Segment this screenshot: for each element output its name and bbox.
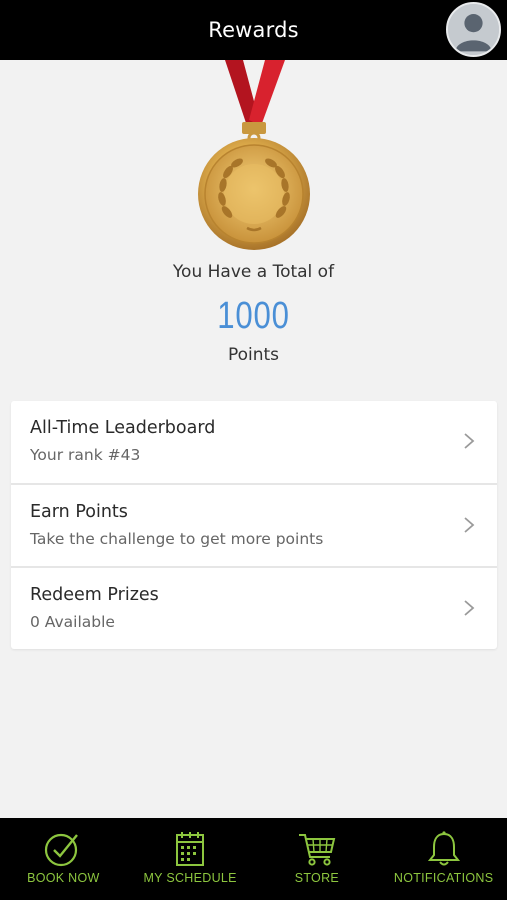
rewards-menu: All-Time Leaderboard Your rank #43 Earn … (11, 401, 497, 649)
chevron-right-icon (464, 433, 475, 449)
menu-item-title: All-Time Leaderboard (30, 418, 216, 438)
menu-item-leaderboard[interactable]: All-Time Leaderboard Your rank #43 (11, 401, 497, 483)
tab-store[interactable]: STORE (254, 818, 381, 900)
points-total-label: You Have a Total of (172, 262, 335, 282)
tab-label: STORE (294, 871, 340, 885)
tab-label: BOOK NOW (27, 871, 100, 885)
calendar-icon (176, 832, 205, 866)
menu-item-earn-points[interactable]: Earn Points Take the challenge to get mo… (11, 483, 497, 565)
page-title: Rewards (208, 18, 299, 42)
menu-item-subtitle: Take the challenge to get more points (30, 530, 324, 548)
app-header: Rewards (0, 0, 507, 60)
profile-avatar[interactable] (446, 2, 501, 57)
tab-my-schedule[interactable]: MY SCHEDULE (127, 818, 254, 900)
tab-notifications[interactable]: NOTIFICATIONS (380, 818, 507, 900)
chevron-right-icon (464, 600, 475, 616)
bell-icon (427, 831, 460, 866)
cart-icon (298, 834, 336, 866)
gold-medal-icon (198, 60, 310, 250)
menu-item-redeem-prizes[interactable]: Redeem Prizes 0 Available (11, 566, 497, 648)
tab-book-now[interactable]: BOOK NOW (0, 818, 127, 900)
menu-item-subtitle: 0 Available (30, 613, 115, 631)
bottom-tab-bar: BOOK NOW MY SCHEDULE STORE NOTIFICATIONS (0, 818, 507, 900)
points-unit-label: Points (227, 345, 280, 365)
menu-item-title: Redeem Prizes (30, 585, 159, 605)
tab-label: NOTIFICATIONS (393, 871, 494, 885)
user-avatar-icon (448, 4, 499, 55)
tab-label: MY SCHEDULE (143, 871, 237, 885)
menu-item-subtitle: Your rank #43 (30, 446, 141, 464)
chevron-right-icon (464, 517, 475, 533)
points-total-value: 1000 (217, 295, 290, 337)
menu-item-title: Earn Points (30, 502, 128, 522)
check-circle-icon (45, 833, 79, 867)
